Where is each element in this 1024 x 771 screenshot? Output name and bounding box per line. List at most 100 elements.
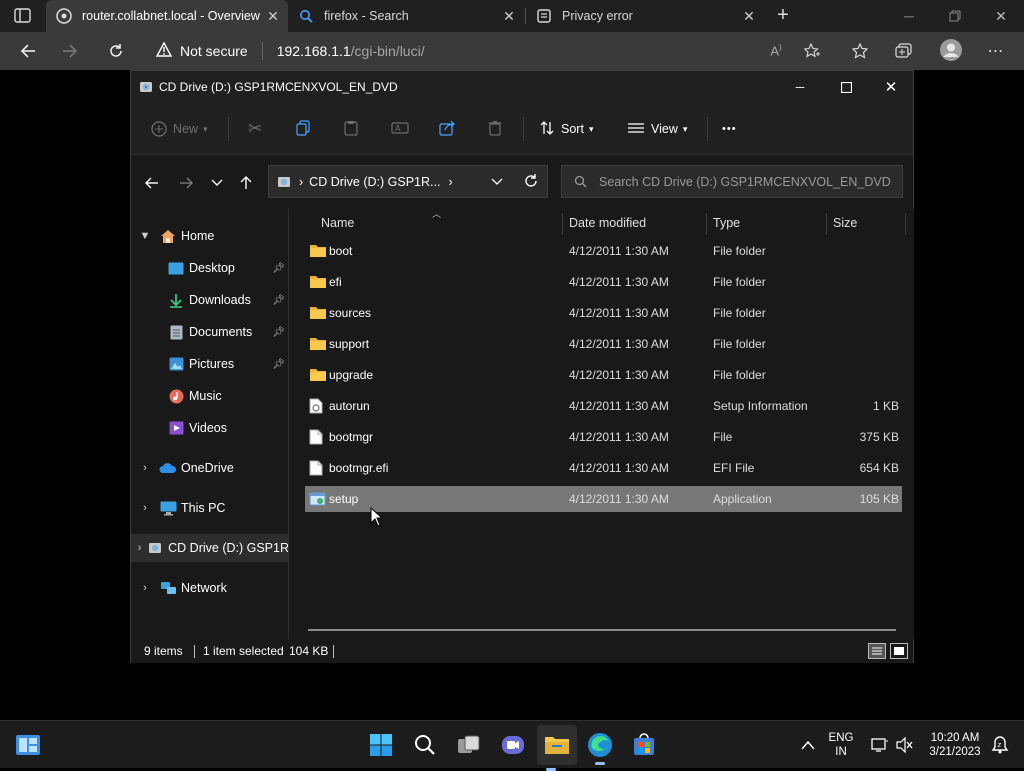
clock[interactable]: 10:20 AM 3/21/2023	[922, 731, 988, 759]
large-icons-view-icon[interactable]	[890, 643, 908, 659]
minimize-icon[interactable]: ─	[777, 71, 823, 103]
refresh-icon[interactable]	[523, 173, 539, 192]
nav-item-documents[interactable]: Documents 📌︎	[131, 318, 288, 346]
tab-firefox-search[interactable]: firefox - Search ✕	[288, 0, 524, 32]
column-header-date[interactable]: Date modified	[569, 209, 646, 237]
tab-router-overview[interactable]: router.collabnet.local - Overview ✕	[46, 0, 288, 32]
edge-browser-icon[interactable]	[586, 731, 614, 765]
breadcrumb-cd-drive[interactable]: CD Drive (D:) GSP1R...	[309, 175, 440, 189]
rename-button[interactable]: A	[391, 119, 409, 139]
start-icon[interactable]	[367, 731, 395, 759]
refresh-icon[interactable]	[104, 39, 128, 63]
search-input[interactable]: Search CD Drive (D:) GSP1RMCENXVOL_EN_DV…	[561, 165, 903, 198]
collections-icon[interactable]	[893, 40, 915, 62]
nav-item-cd-drive[interactable]: › CD Drive (D:) GSP1R	[131, 534, 288, 562]
file-row[interactable]: efi 4/12/2011 1:30 AM File folder	[305, 269, 902, 295]
chevron-right-icon[interactable]: ›	[131, 582, 159, 594]
file-row[interactable]: support 4/12/2011 1:30 AM File folder	[305, 331, 902, 357]
widgets-icon[interactable]	[14, 731, 42, 759]
horizontal-scrollbar[interactable]	[308, 629, 896, 631]
up-icon[interactable]	[235, 173, 257, 193]
forward-icon[interactable]	[175, 173, 197, 193]
file-row[interactable]: bootmgr 4/12/2011 1:30 AM File 375 KB	[305, 424, 902, 450]
profile-avatar-icon[interactable]	[938, 37, 964, 63]
minimize-browser-icon[interactable]: ─	[886, 0, 932, 32]
forward-icon[interactable]	[58, 39, 82, 63]
cut-button[interactable]: ✂	[248, 119, 262, 139]
new-tab-icon[interactable]: +	[772, 4, 794, 26]
restore-browser-icon[interactable]	[932, 0, 978, 32]
task-view-icon[interactable]	[455, 731, 483, 759]
nav-item-pictures[interactable]: Pictures 📌︎	[131, 350, 288, 378]
sort-button[interactable]: Sort ▾	[539, 119, 593, 139]
file-explorer-taskbar-icon[interactable]	[537, 725, 577, 771]
chevron-right-icon[interactable]: ›	[448, 175, 452, 189]
delete-button[interactable]	[487, 119, 503, 139]
tab-actions-icon[interactable]	[14, 8, 32, 24]
nav-item-desktop[interactable]: Desktop 📌︎	[131, 254, 288, 282]
share-button[interactable]	[439, 119, 456, 139]
close-icon[interactable]: ✕	[868, 71, 914, 103]
pin-icon[interactable]: 📌︎	[272, 295, 285, 306]
nav-item-videos[interactable]: Videos	[131, 414, 288, 442]
paste-button[interactable]	[343, 119, 359, 139]
file-row[interactable]: boot 4/12/2011 1:30 AM File folder	[305, 238, 902, 264]
security-status[interactable]: Not secure	[180, 43, 248, 59]
details-view-icon[interactable]	[868, 643, 886, 659]
close-tab-icon[interactable]: ✕	[264, 8, 282, 25]
tab-privacy-error[interactable]: Privacy error ✕	[526, 0, 764, 32]
chevron-down-icon[interactable]: ▼	[131, 230, 159, 242]
search-icon[interactable]	[411, 731, 439, 759]
copy-button[interactable]	[295, 119, 311, 139]
see-more-button[interactable]: •••	[722, 119, 737, 139]
pin-icon[interactable]: 📌︎	[272, 359, 285, 370]
chevron-right-icon[interactable]: ›	[299, 175, 303, 189]
microsoft-store-icon[interactable]	[630, 731, 658, 759]
close-browser-icon[interactable]: ✕	[978, 0, 1024, 32]
explorer-title-bar[interactable]: CD Drive (D:) GSP1RMCENXVOL_EN_DVD ─ ✕	[131, 71, 913, 103]
chevron-right-icon[interactable]: ›	[131, 502, 159, 514]
show-hidden-icons-icon[interactable]	[794, 731, 822, 759]
teams-chat-icon[interactable]	[499, 731, 527, 759]
nav-item-downloads[interactable]: Downloads 📌︎	[131, 286, 288, 314]
column-divider[interactable]	[826, 213, 827, 235]
path-bar[interactable]: › CD Drive (D:) GSP1R... ›	[268, 165, 548, 198]
pin-icon[interactable]: 📌︎	[272, 327, 285, 338]
chevron-right-icon[interactable]: ›	[131, 542, 148, 554]
column-header-name[interactable]: Name	[321, 209, 354, 237]
view-button[interactable]: View ▾	[627, 119, 687, 139]
add-favorite-icon[interactable]	[801, 40, 823, 62]
path-dropdown-icon[interactable]	[491, 175, 503, 189]
close-tab-icon[interactable]: ✕	[500, 8, 518, 25]
file-row[interactable]: autorun 4/12/2011 1:30 AM Setup Informatio…	[305, 393, 902, 419]
language-indicator[interactable]: ENG IN	[825, 731, 857, 759]
file-row[interactable]: setup 4/12/2011 1:30 AM Application 105 KB	[305, 486, 902, 512]
nav-item-music[interactable]: Music	[131, 382, 288, 410]
read-aloud-icon[interactable]: A)	[765, 40, 787, 62]
settings-more-icon[interactable]: ⋯	[984, 40, 1006, 62]
file-row[interactable]: sources 4/12/2011 1:30 AM File folder	[305, 300, 902, 326]
file-row[interactable]: bootmgr.efi 4/12/2011 1:30 AM EFI File 654 …	[305, 455, 902, 481]
column-header-type[interactable]: Type	[713, 209, 740, 237]
pin-icon[interactable]: 📌︎	[272, 263, 285, 274]
notifications-icon[interactable]: z	[986, 731, 1014, 759]
column-divider[interactable]	[706, 213, 707, 235]
network-status-icon[interactable]	[866, 731, 894, 759]
favorites-icon[interactable]	[849, 40, 871, 62]
nav-item-this-pc[interactable]: › This PC	[131, 494, 288, 522]
recent-locations-icon[interactable]	[206, 173, 228, 193]
close-tab-icon[interactable]: ✕	[740, 8, 758, 25]
new-button[interactable]: New ▾	[151, 119, 208, 139]
volume-muted-icon[interactable]	[891, 731, 919, 759]
column-divider[interactable]	[905, 213, 906, 235]
nav-item-onedrive[interactable]: › OneDrive	[131, 454, 288, 482]
column-header-size[interactable]: Size	[833, 209, 857, 237]
nav-item-network[interactable]: › Network	[131, 574, 288, 602]
back-icon[interactable]	[16, 39, 40, 63]
warning-icon[interactable]	[155, 41, 173, 60]
chevron-right-icon[interactable]: ›	[131, 462, 159, 474]
column-divider[interactable]	[562, 213, 563, 235]
maximize-icon[interactable]	[823, 71, 869, 103]
nav-item-home[interactable]: ▼ Home	[131, 222, 288, 250]
back-icon[interactable]	[141, 173, 163, 193]
